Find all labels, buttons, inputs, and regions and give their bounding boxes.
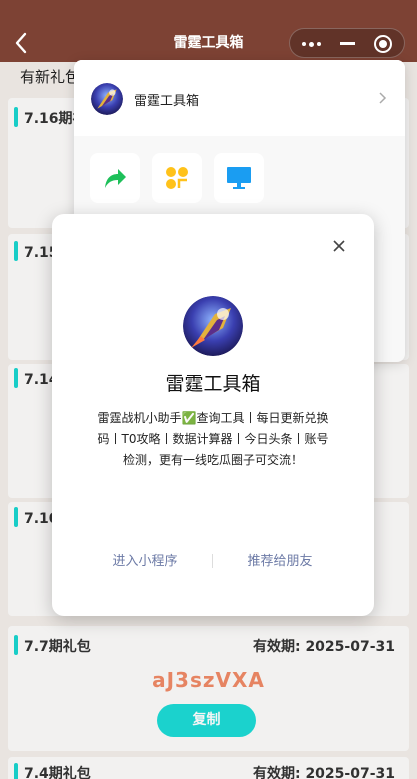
share-sheet-header[interactable]: 雷霆工具箱 xyxy=(74,60,405,136)
close-icon[interactable] xyxy=(330,237,348,255)
close-miniprogram-icon[interactable] xyxy=(374,35,392,53)
forward-share-tile[interactable] xyxy=(90,153,140,203)
more-icon[interactable] xyxy=(302,38,324,50)
forward-arrow-icon xyxy=(105,169,126,188)
share-app-name: 雷霆工具箱 xyxy=(134,94,200,109)
app-avatar xyxy=(183,296,243,356)
desktop-tile[interactable] xyxy=(214,153,264,203)
float-window-tile[interactable] xyxy=(152,153,202,203)
minimize-icon[interactable] xyxy=(340,42,355,45)
recommend-to-friend-button[interactable]: 推荐给朋友 xyxy=(215,550,345,569)
monitor-icon xyxy=(227,167,251,189)
enter-miniprogram-button[interactable]: 进入小程序 xyxy=(80,550,210,569)
app-info-dialog: 雷霆工具箱 雷霆战机小助手✅查询工具丨每日更新兑换码丨T0攻略丨数据计算器丨今日… xyxy=(52,214,374,616)
nav-bar: 雷霆工具箱 xyxy=(0,0,417,62)
action-divider xyxy=(212,554,213,568)
float-window-icon xyxy=(166,167,188,189)
chevron-right-icon xyxy=(379,92,387,104)
dialog-app-name: 雷霆工具箱 xyxy=(165,373,261,395)
app-avatar xyxy=(91,83,123,115)
menu-capsule xyxy=(289,28,405,58)
dialog-actions: 进入小程序 推荐给朋友 xyxy=(52,550,374,574)
dialog-description: 雷霆战机小助手✅查询工具丨每日更新兑换码丨T0攻略丨数据计算器丨今日头条丨账号检… xyxy=(97,411,329,467)
